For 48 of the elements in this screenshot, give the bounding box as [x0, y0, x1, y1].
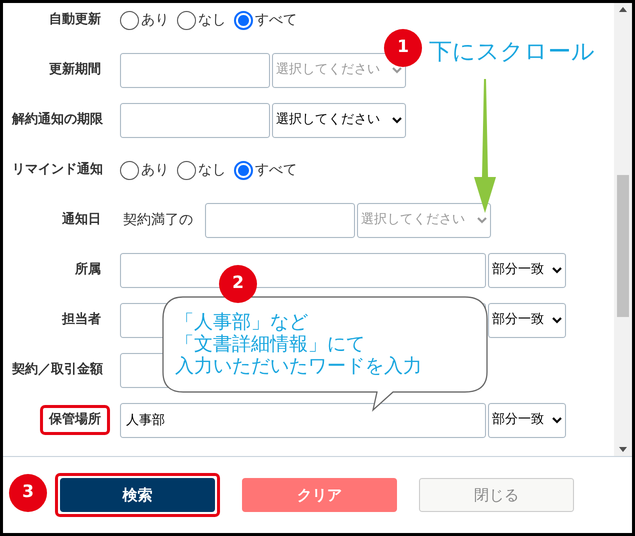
radio-button[interactable] [177, 10, 196, 30]
field-label: 契約／取引金額 [11, 360, 104, 380]
scrollbar[interactable] [614, 3, 632, 456]
scroll-up-icon[interactable] [619, 7, 627, 12]
radio-button[interactable] [120, 160, 139, 180]
field-label: 所属 [74, 261, 102, 280]
radio-button[interactable] [177, 160, 196, 180]
radio-button[interactable] [120, 10, 139, 30]
field-label: 保管場所 [40, 405, 110, 435]
step-number: 1 [384, 29, 422, 67]
select-dropdown[interactable]: 部分一致 [488, 302, 566, 338]
radio-label: なし [198, 160, 226, 180]
scroll-thumb[interactable] [617, 175, 629, 317]
callout-text: 「人事部」など [175, 311, 309, 333]
button[interactable]: 検索 [60, 478, 215, 512]
field-label: 通知日 [61, 211, 102, 230]
input-field[interactable] [205, 202, 355, 238]
select-dropdown[interactable]: 選択してください [272, 102, 406, 138]
step-number: 3 [9, 474, 47, 512]
scroll-down-icon[interactable] [619, 447, 627, 452]
radio-button[interactable] [234, 10, 253, 30]
select-dropdown[interactable]: 部分一致 [488, 252, 566, 288]
caret-icon [552, 416, 562, 424]
caret-icon [392, 116, 402, 124]
caret-icon [477, 216, 487, 224]
caret-icon [552, 316, 562, 324]
radio-label: あり [141, 10, 169, 30]
prefix-label: 契約満了の [123, 210, 193, 230]
radio-label: すべて [255, 10, 297, 30]
input-field[interactable] [120, 252, 486, 288]
radio-label: なし [198, 10, 226, 30]
field-label: 更新期間 [48, 60, 102, 80]
callout-text: 入力いただいたワードを入力 [175, 355, 422, 377]
select-dropdown[interactable]: 部分一致 [488, 402, 566, 438]
input-field[interactable]: 人事部 [120, 402, 486, 438]
radio-label: すべて [255, 160, 297, 180]
field-label: リマインド通知 [11, 161, 104, 180]
input-field[interactable] [120, 52, 270, 88]
field-label: 解約通知の期限 [10, 111, 104, 130]
caret-icon [552, 266, 562, 274]
callout-text: 「文書詳細情報」にて [175, 333, 366, 355]
field-label: 自動更新 [48, 10, 102, 30]
radio-button[interactable] [234, 160, 253, 180]
input-field[interactable] [120, 102, 270, 138]
field-label: 担当者 [60, 311, 102, 330]
callout-text: 下にスクロール [429, 38, 595, 67]
caret-icon [392, 66, 402, 74]
radio-label: あり [141, 160, 169, 180]
